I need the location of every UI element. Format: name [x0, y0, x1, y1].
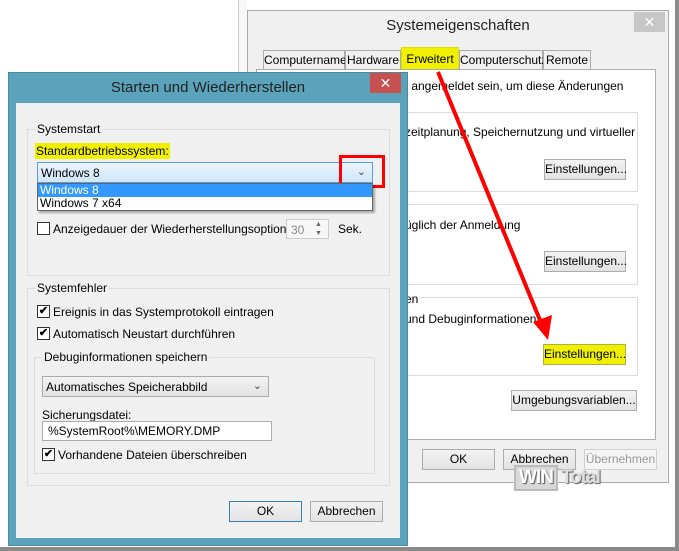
arrow-head [533, 315, 552, 340]
arrow-shaft [436, 71, 544, 326]
annotation-arrow [436, 71, 552, 340]
